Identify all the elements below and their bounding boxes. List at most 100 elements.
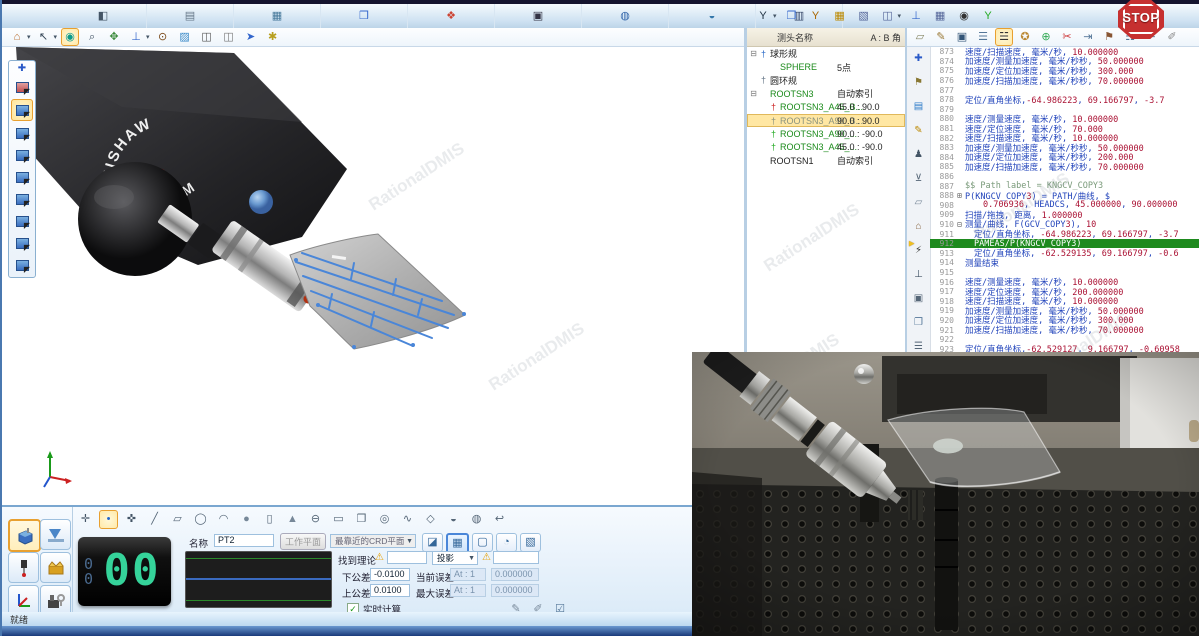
stack-icon[interactable]: ❐ (352, 510, 371, 529)
ring-icon[interactable]: ◒ (444, 510, 463, 529)
axes-icon-group[interactable]: ⊥▾ (127, 28, 150, 46)
sphere-icon[interactable]: ● (237, 510, 256, 529)
menu-tab-printer-icon[interactable]: ▣ (495, 4, 582, 28)
tree-row[interactable]: ROOTSN1自动索引 (747, 154, 905, 167)
window-view-tab[interactable]: ▢ (472, 533, 493, 552)
axes-icon[interactable]: ⊥ (127, 28, 145, 46)
document-icon[interactable]: ▤ (181, 7, 199, 25)
disc-icon[interactable]: ◒ (703, 7, 721, 25)
select-mode-4-button[interactable]: ◤ (12, 145, 32, 165)
zoom-window-icon[interactable]: ⌕ (83, 28, 101, 46)
select-mode-8-button[interactable]: ◤ (12, 233, 32, 253)
fit-view-icon[interactable]: ✥ (105, 28, 123, 46)
projection-dropdown[interactable]: 投影▼ (432, 551, 478, 565)
probe-mode-button[interactable] (8, 552, 39, 583)
filter-y-icon-group[interactable]: Y▾ (754, 7, 777, 25)
find-theory-input[interactable] (387, 551, 427, 564)
panel-icon-group[interactable]: ◫▾ (879, 7, 902, 25)
pick-tool-icon[interactable]: ✛ (76, 510, 95, 529)
edit-file-icon[interactable]: ✎ (932, 28, 950, 46)
joystick-icon[interactable]: ♟ (910, 146, 927, 163)
upper-tolerance-input[interactable]: 0.0100 (370, 584, 410, 597)
menu-tab-disc-icon[interactable]: ◒ (669, 4, 756, 28)
pick-blue-icon[interactable]: ➤ (242, 28, 260, 46)
block-icon[interactable]: ▣ (910, 290, 927, 307)
auto-point-icon[interactable]: ✜ (122, 510, 141, 529)
disc-icon[interactable]: ◎ (375, 510, 394, 529)
code-line[interactable]: 914测量结束 (930, 258, 1199, 268)
tree-row[interactable]: †圆环规 (747, 74, 905, 87)
tree-row[interactable]: †ROOTSN3_A90_B...90.0 : 90.0 (747, 114, 905, 127)
plane-icon[interactable]: ▱ (168, 510, 187, 529)
probe-name-column-header[interactable]: 测头名称 (747, 31, 843, 44)
measure-mode-button[interactable] (8, 519, 41, 552)
tree-row[interactable]: ⊟ROOTSN3自动索引 (747, 87, 905, 100)
printer-icon[interactable]: ▣ (529, 7, 547, 25)
point-icon[interactable]: • (99, 510, 118, 529)
label-icon[interactable]: ◫ (198, 28, 216, 46)
step-in-icon[interactable]: ⇥ (1079, 28, 1097, 46)
hook-icon[interactable]: ↩ (490, 510, 509, 529)
window-grid-icon[interactable]: ▦ (268, 7, 286, 25)
cylinder-icon[interactable]: ◫ (220, 28, 238, 46)
pin-icon[interactable]: ✚ (910, 50, 927, 67)
projection-input[interactable] (493, 551, 539, 564)
axis-icon[interactable]: ⊥ (907, 7, 925, 25)
add-line-icon[interactable]: ⊕ (1037, 28, 1055, 46)
slot-icon[interactable]: ▭ (329, 510, 348, 529)
code-line[interactable]: 911定位/直角坐标, -64.986223, 69.166797, -3.7 (930, 229, 1199, 239)
rotate-view-icon[interactable]: ◉ (61, 28, 79, 46)
home-cs-icon[interactable]: ⌂ (910, 218, 927, 235)
panel-icon[interactable]: ◫ (879, 7, 897, 25)
plug-icon[interactable]: ◧ (94, 7, 112, 25)
code-line[interactable]: 878定位/直角坐标,-64.986223, 69.166797, -3.7 (930, 95, 1199, 105)
crd-plane-dropdown[interactable]: 最靠近的CRD平面▼ (330, 534, 416, 548)
camera-icon[interactable]: ◉ (955, 7, 973, 25)
circle-icon[interactable]: ◯ (191, 510, 210, 529)
hand-icon[interactable]: ✪ (1016, 28, 1034, 46)
menu-tab-plug-icon[interactable]: ◧ (60, 4, 147, 28)
flag-tool-icon[interactable]: ⚑ (910, 74, 927, 91)
tree-row[interactable]: †ROOTSN3_A45_...45.0 : -90.0 (747, 141, 905, 154)
edit-note-icon[interactable]: ✎ (910, 122, 927, 139)
tree-row[interactable]: †ROOTSN3_A45_B...45.0 : 90.0 (747, 101, 905, 114)
wedge-icon[interactable]: ◇ (421, 510, 440, 529)
lower-tolerance-input[interactable]: -0.0100 (370, 568, 410, 581)
code-line[interactable]: 885加速度/扫描加速度, 毫米/秒秒, 70.000000 (930, 162, 1199, 172)
select-mode-7-button[interactable]: ◤ (12, 211, 32, 231)
color-swatch-icon[interactable]: ▨ (176, 28, 194, 46)
list-icon[interactable]: ☰ (974, 28, 992, 46)
select-mode-1-button[interactable]: ◤ (12, 77, 32, 97)
layers-icon[interactable]: ▤ (910, 98, 927, 115)
select-mode-6-button[interactable]: ◤ (12, 189, 32, 209)
code-line[interactable]: 888⊞P(KNGCV_COPY3) = PATH/曲线, $ (930, 191, 1199, 201)
filter-y-icon[interactable]: Y (754, 7, 772, 25)
window-icon[interactable]: ▧ (855, 7, 873, 25)
select-mode-9-button[interactable]: ◤ (12, 255, 32, 275)
cone-icon[interactable]: ▲ (283, 510, 302, 529)
select-mode-5-button[interactable]: ◤ (12, 167, 32, 187)
curve-icon[interactable]: ∿ (398, 510, 417, 529)
arc-icon[interactable]: ◠ (214, 510, 233, 529)
home-icon-group[interactable]: ⌂▾ (8, 28, 31, 46)
probe-view-tab[interactable]: ◪ (422, 533, 443, 552)
torus-icon[interactable]: ◍ (467, 510, 486, 529)
copy-icon[interactable]: ❐ (910, 314, 927, 331)
select-cursor-icon[interactable]: ↖ (35, 28, 53, 46)
menu-tab-color-palette-icon[interactable]: ❖ (408, 4, 495, 28)
color-palette-icon[interactable]: ❖ (442, 7, 460, 25)
ellipse-icon[interactable]: ⊖ (306, 510, 325, 529)
tree-expand-toggle[interactable]: ⊟ (749, 89, 758, 98)
select-mode-2-button[interactable]: ◤ (11, 99, 33, 121)
eye-icon[interactable]: ⊙ (154, 28, 172, 46)
caliper-mode-button[interactable] (40, 519, 71, 550)
run-list-icon[interactable]: ☱ (995, 28, 1013, 46)
code-line[interactable]: 886 (930, 172, 1199, 182)
globe-icon[interactable]: ◍ (616, 7, 634, 25)
line-icon[interactable]: ╱ (145, 510, 164, 529)
cut-icon[interactable]: ✂ (1058, 28, 1076, 46)
probe-tree-header[interactable]: 测头名称 A : B 角 (747, 28, 905, 47)
open-icon[interactable]: ▱ (911, 28, 929, 46)
home-icon[interactable]: ⌂ (8, 28, 26, 46)
emergency-stop-button[interactable]: STOP (1115, 0, 1167, 41)
